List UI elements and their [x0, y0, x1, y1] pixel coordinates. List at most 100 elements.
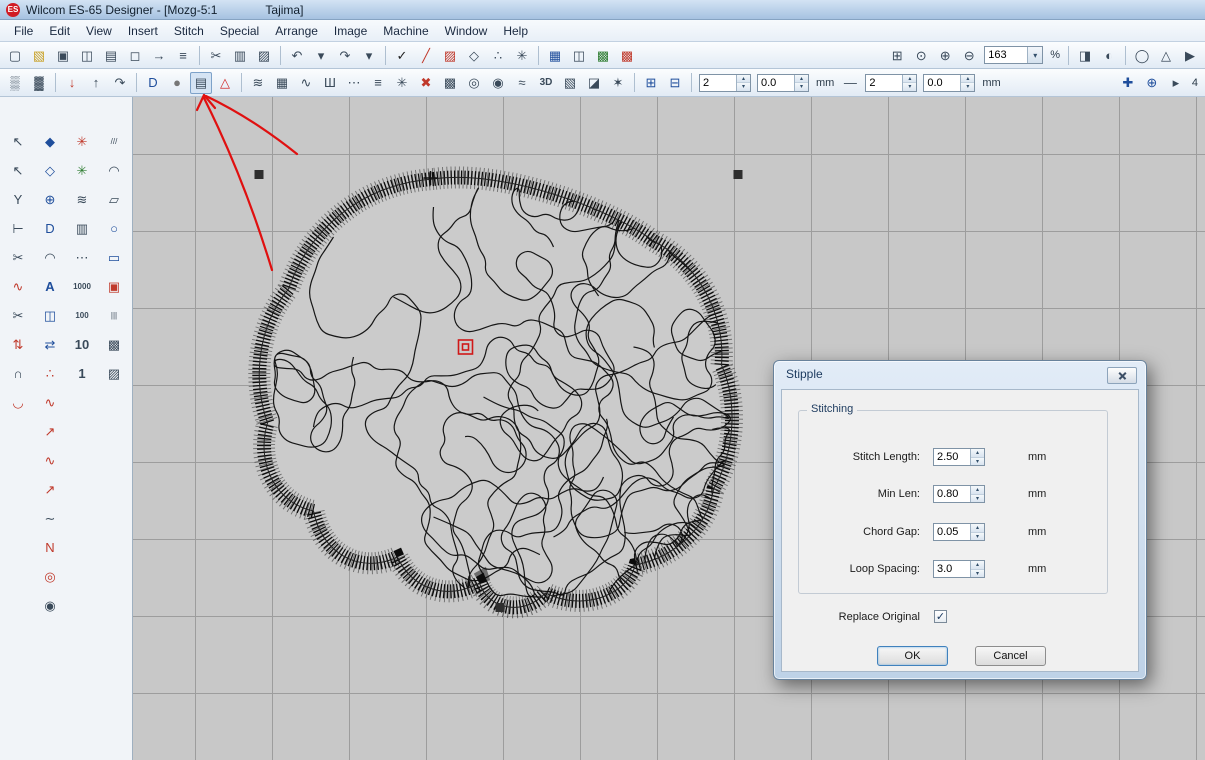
center-current-icon[interactable]: ⊕ [1141, 72, 1163, 94]
snap-grid-icon[interactable]: ⊞ [640, 72, 662, 94]
closed-ellipse-icon[interactable]: ● [166, 72, 188, 94]
kiosk-tool-icon[interactable]: ⇄ [39, 334, 61, 356]
travel-10-icon[interactable]: 10 [71, 334, 93, 356]
headset-tool-icon[interactable]: ◠ [39, 247, 61, 269]
loop-spacing-spinner[interactable]: ▴▾ [970, 561, 984, 577]
thread-colors-icon[interactable]: ◐ [1098, 44, 1120, 66]
run-icon[interactable]: ⋯ [343, 72, 365, 94]
menu-machine[interactable]: Machine [375, 22, 436, 40]
print-preview-icon[interactable]: ◻ [124, 44, 146, 66]
overlap-red-icon[interactable]: ▩ [616, 44, 638, 66]
loop-spacing-field[interactable]: ▴▾ [933, 560, 985, 578]
menu-help[interactable]: Help [495, 22, 536, 40]
new-icon[interactable]: ▢ [4, 44, 26, 66]
count-value[interactable] [866, 75, 902, 91]
loop-spacing-value[interactable] [934, 561, 970, 577]
needle-in-icon[interactable]: ↓ [61, 72, 83, 94]
motif-run-c-icon[interactable]: ∿ [39, 450, 61, 472]
menu-stitch[interactable]: Stitch [166, 22, 212, 40]
pan-tool-icon[interactable]: ✚ [1117, 72, 1139, 94]
write-machine-file-icon[interactable]: ◫ [76, 44, 98, 66]
cross-stitch-icon[interactable]: ✖ [415, 72, 437, 94]
fan-stitch-icon[interactable]: ∩ [7, 363, 29, 385]
truck-tool-icon[interactable]: ▣ [103, 276, 125, 298]
pull-comp-spinner[interactable]: ▴▾ [736, 75, 750, 91]
replace-original-checkbox[interactable]: ✓ [934, 610, 947, 623]
n-curve-a-icon[interactable]: ∼ [39, 508, 61, 530]
target-tool-icon[interactable]: ◎ [39, 566, 61, 588]
open-icon[interactable]: ▧ [28, 44, 50, 66]
offset-a-spinner[interactable]: ▴▾ [794, 75, 808, 91]
stitch-length-spinner[interactable]: ▴▾ [970, 449, 984, 465]
motif-fill-icon[interactable]: ✳ [391, 72, 413, 94]
open-object-icon[interactable]: ◇ [39, 160, 61, 182]
measure-tool-icon[interactable]: ⊢ [7, 218, 29, 240]
zigzag-icon[interactable]: ∿ [295, 72, 317, 94]
wave-fill-icon[interactable]: ≈ [511, 72, 533, 94]
needle-out-icon[interactable]: ↑ [85, 72, 107, 94]
offset-a-field[interactable]: ▴▾ [757, 74, 809, 92]
zoom-dropdown-icon[interactable]: ▾ [1027, 47, 1042, 63]
zoom-1to1-icon[interactable]: ⊙ [910, 44, 932, 66]
zoom-value-input[interactable] [985, 49, 1027, 61]
jump-stitch-icon[interactable]: ↷ [109, 72, 131, 94]
team-names-icon[interactable]: ◫ [39, 305, 61, 327]
redo-icon[interactable]: ↷ [334, 44, 356, 66]
offset-a-value[interactable] [758, 75, 794, 91]
zoom-out-icon[interactable]: ⊖ [958, 44, 980, 66]
stipple-preview-icon[interactable]: ∴ [487, 44, 509, 66]
paste-icon[interactable]: ▨ [253, 44, 275, 66]
overlap-green-icon[interactable]: ▩ [592, 44, 614, 66]
pull-comp-field[interactable]: ▴▾ [699, 74, 751, 92]
swatch-dark-icon[interactable]: ▩ [103, 334, 125, 356]
menu-file[interactable]: File [6, 22, 41, 40]
hoop-display-icon[interactable]: ◯ [1131, 44, 1153, 66]
motif-run-a-icon[interactable]: ∿ [39, 392, 61, 414]
reshape-icon[interactable]: ↖ [7, 160, 29, 182]
motif-run-b-icon[interactable]: ↗ [39, 421, 61, 443]
show-grid2-icon[interactable]: ⊟ [664, 72, 686, 94]
menu-insert[interactable]: Insert [120, 22, 166, 40]
selection-handle-tr[interactable] [734, 170, 743, 179]
monogramming-icon[interactable]: D [142, 72, 164, 94]
closed-object-icon[interactable]: ◆ [39, 131, 61, 153]
lettering-icon[interactable]: A [39, 276, 61, 298]
min-len-value[interactable] [934, 486, 970, 502]
menu-image[interactable]: Image [326, 22, 375, 40]
offset-b-value[interactable] [924, 75, 960, 91]
stipple-run-icon[interactable]: ▤ [190, 72, 212, 94]
outline-dashed-icon[interactable]: ◇ [463, 44, 485, 66]
chord-gap-spinner[interactable]: ▴▾ [970, 524, 984, 540]
show-grid-icon[interactable]: ▦ [544, 44, 566, 66]
travel-100-icon[interactable]: 100 [71, 305, 93, 327]
smile-curve-icon[interactable]: ◡ [7, 392, 29, 414]
e-stitch-icon[interactable]: Ш [319, 72, 341, 94]
menu-edit[interactable]: Edit [41, 22, 78, 40]
travel-next-icon[interactable]: ▸ [1165, 72, 1187, 94]
undo-list-icon[interactable]: ▾ [310, 44, 332, 66]
stitch-length-field[interactable]: ▴▾ [933, 448, 985, 466]
hatch-lines-icon[interactable]: /// [103, 131, 125, 153]
trace-shape-icon[interactable]: △ [214, 72, 236, 94]
fill-generate-icon[interactable]: ▨ [439, 44, 461, 66]
min-len-spinner[interactable]: ▴▾ [970, 486, 984, 502]
insert-symbol-icon[interactable]: ✳ [511, 44, 533, 66]
send-to-machine-icon[interactable]: → [148, 44, 170, 66]
menu-view[interactable]: View [78, 22, 120, 40]
select-icon[interactable]: ↖ [7, 131, 29, 153]
flower-arrangement-icon[interactable]: ✳ [71, 131, 93, 153]
cut-icon[interactable]: ✂ [205, 44, 227, 66]
offset-line-icon[interactable]: — [839, 72, 861, 94]
columns-tool-icon[interactable]: ||| [103, 305, 125, 327]
satin-icon[interactable]: ≋ [247, 72, 269, 94]
zigzag-tool-icon[interactable]: ∿ [7, 276, 29, 298]
color-film-icon[interactable]: ◨ [1074, 44, 1096, 66]
contour-icon[interactable]: ◎ [463, 72, 485, 94]
scissors-tool-icon[interactable]: ✂ [7, 305, 29, 327]
rectangle-tool-icon[interactable]: ▭ [103, 247, 125, 269]
swatch-light-icon[interactable]: ▨ [103, 363, 125, 385]
flower-small-icon[interactable]: ✳ [71, 160, 93, 182]
count-spinner[interactable]: ▴▾ [902, 75, 916, 91]
design-b-icon[interactable]: ▓ [28, 72, 50, 94]
zoom-in-icon[interactable]: ⊕ [934, 44, 956, 66]
